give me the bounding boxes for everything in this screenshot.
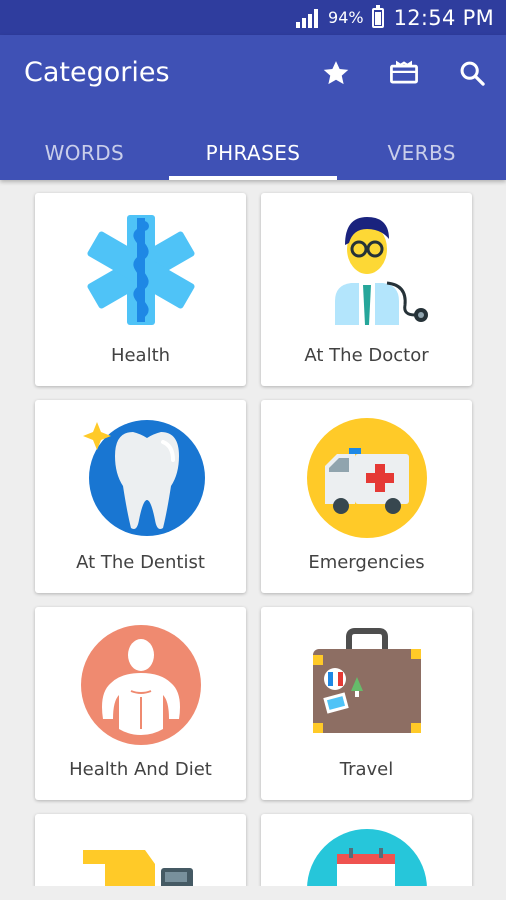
signal-icon: [296, 8, 319, 28]
calendar-icon: [307, 829, 427, 889]
battery-icon: [371, 4, 384, 28]
ambulance-icon: [306, 418, 427, 538]
doctor-icon: [334, 217, 428, 325]
category-card-emergencies[interactable]: Emergencies: [261, 400, 472, 593]
category-label: Emergencies: [308, 552, 425, 573]
category-label: Health And Diet: [69, 759, 212, 780]
tab-words[interactable]: WORDS: [0, 125, 169, 180]
favorites-button[interactable]: [316, 53, 356, 93]
bottom-edge: [0, 886, 506, 900]
category-grid: Health At The Doctor At The Dentist Emer…: [35, 193, 472, 889]
search-icon: [460, 61, 485, 86]
category-label: At The Doctor: [304, 345, 429, 366]
category-card-travel[interactable]: Travel: [261, 607, 472, 800]
battery-percentage: 94%: [328, 8, 364, 27]
tickets-button[interactable]: [384, 53, 424, 93]
category-label: At The Dentist: [76, 552, 205, 573]
tab-phrases[interactable]: PHRASES: [168, 125, 338, 180]
category-card-at-the-doctor[interactable]: At The Doctor: [261, 193, 472, 386]
category-card-partial-left[interactable]: [35, 814, 246, 889]
tab-words-label: WORDS: [44, 140, 125, 165]
category-card-at-the-dentist[interactable]: At The Dentist: [35, 400, 246, 593]
truck-icon: [83, 850, 193, 889]
page-title: Categories: [24, 57, 170, 88]
tab-bar: WORDS PHRASES VERBS: [0, 125, 506, 180]
health-icon: [86, 215, 195, 325]
tab-verbs-label: VERBS: [387, 140, 456, 165]
tab-verbs[interactable]: VERBS: [337, 125, 506, 180]
tab-phrases-label: PHRASES: [205, 140, 301, 165]
category-card-health-and-diet[interactable]: Health And Diet: [35, 607, 246, 800]
app-bar-actions: [316, 53, 492, 93]
tooth-icon: [82, 420, 205, 536]
star-icon: [323, 61, 349, 85]
category-card-partial-right[interactable]: [261, 814, 472, 889]
category-card-health[interactable]: Health: [35, 193, 246, 386]
search-button[interactable]: [452, 53, 492, 93]
ticket-icon: [390, 60, 418, 84]
body-icon: [80, 625, 201, 745]
category-label: Health: [110, 345, 171, 366]
app-bar: Categories WORDS PHRASES VERBS: [0, 35, 506, 180]
tab-indicator: [168, 176, 338, 180]
suitcase-icon: [312, 628, 421, 733]
status-bar: 94% 12:54 PM: [0, 0, 506, 35]
category-label: Travel: [339, 759, 394, 780]
clock: 12:54 PM: [393, 5, 494, 30]
